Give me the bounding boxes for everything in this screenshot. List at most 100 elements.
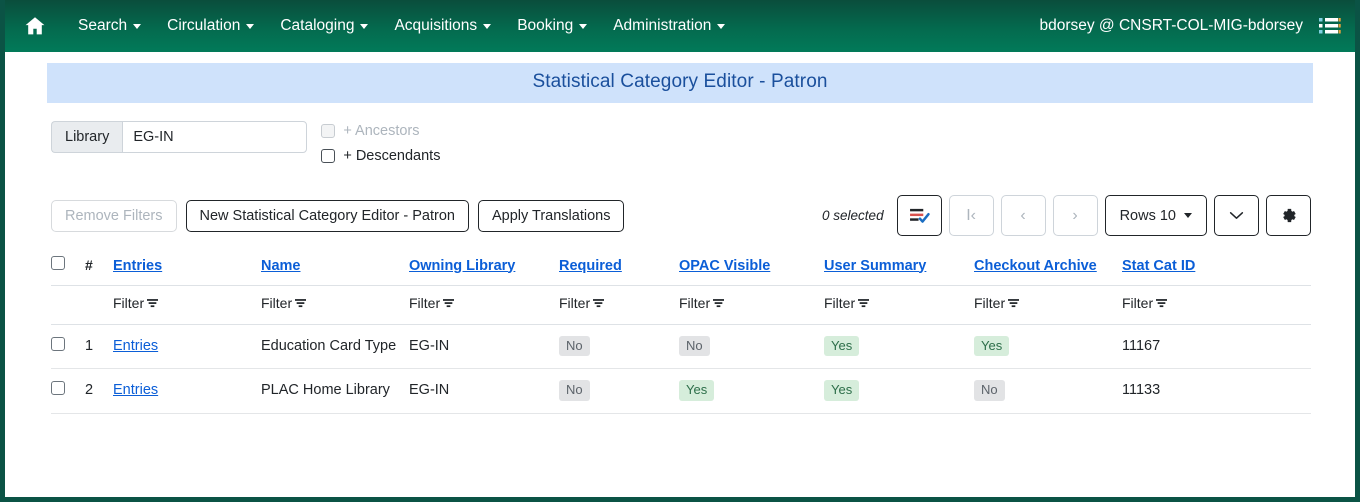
funnel-icon [1156,298,1168,307]
chevron-left-icon: ‹ [1020,206,1026,224]
list-check-icon [909,208,930,223]
filter-label: Filter [409,295,441,311]
column-header-label: OPAC Visible [679,257,771,274]
rows-per-page-label: Rows 10 [1119,207,1176,224]
nav-item-administration[interactable]: Administration [600,11,738,41]
filter-owning-library[interactable]: Filter [409,285,559,325]
row-select-cell [51,368,85,414]
chevron-down-icon [360,23,369,29]
nav-menu: Search Circulation Cataloging Acquisitio… [65,11,738,41]
column-header-label: Name [261,257,301,274]
remove-filters-button[interactable]: Remove Filters [51,199,177,232]
descendants-checkbox-row[interactable]: + Descendants [321,148,440,164]
filter-label: Filter [974,295,1006,311]
column-header-label: Stat Cat ID [1122,257,1196,274]
column-header-opac-visible[interactable]: OPAC Visible [679,250,824,286]
apply-translations-button[interactable]: Apply Translations [477,199,625,232]
ancestors-checkbox-row: + Ancestors [321,123,440,139]
filter-label: Filter [679,295,711,311]
filter-label: Filter [559,295,591,311]
library-input-group: Library [51,121,308,153]
page-title-container: Statistical Category Editor - Patron [5,52,1355,103]
ancestors-checkbox [321,124,336,138]
row-number-header-label: # [85,256,93,273]
list-menu-icon[interactable] [1319,17,1341,35]
checkout-archive-badge: Yes [974,336,1010,357]
entries-link[interactable]: Entries [113,338,158,354]
nav-item-circulation[interactable]: Circulation [154,11,267,41]
column-header-name[interactable]: Name [261,250,409,286]
filter-label: Filter [824,295,856,311]
funnel-icon [295,298,307,307]
rows-per-page-dropdown[interactable]: Rows 10 [1104,195,1207,236]
filter-label: Filter [261,295,293,311]
nav-item-label: Administration [613,17,712,34]
nav-item-booking[interactable]: Booking [504,11,600,41]
row-name: Education Card Type [261,324,409,370]
nav-item-search[interactable]: Search [65,11,154,41]
funnel-icon [858,298,870,307]
opac-visible-badge: Yes [679,380,715,401]
column-header-owning-library[interactable]: Owning Library [409,250,559,286]
select-all-header [51,250,85,286]
chevron-down-icon [1184,213,1192,218]
library-label: Library [51,121,123,153]
descendants-label: + Descendants [343,148,441,164]
filter-stat-cat-id[interactable]: Filter [1122,285,1311,325]
first-page-button[interactable]: I‹ [948,195,994,236]
funnel-icon [443,298,455,307]
funnel-icon [713,298,725,307]
column-header-required[interactable]: Required [559,250,679,286]
pagination-controls: I‹ ‹ › Rows 10 [896,195,1311,236]
filter-cell-empty [51,285,85,325]
column-header-user-summary[interactable]: User Summary [824,250,974,286]
next-page-button[interactable]: › [1052,195,1098,236]
nav-item-acquisitions[interactable]: Acquisitions [381,11,504,41]
select-all-checkbox[interactable] [51,256,65,270]
column-header-label: Checkout Archive [974,257,1097,274]
user-summary-badge: Yes [824,380,860,401]
ancestors-label: + Ancestors [343,123,420,139]
library-input[interactable] [122,121,308,153]
results-table-container: # Entries Name Owning Library Required O… [5,236,1355,414]
column-settings-button[interactable] [1266,195,1311,236]
row-user-summary-cell: Yes [824,324,974,370]
filter-opac-visible[interactable]: Filter [679,285,824,325]
column-header-stat-cat-id[interactable]: Stat Cat ID [1122,250,1311,286]
home-icon[interactable] [23,14,47,38]
prev-page-button[interactable]: ‹ [1000,195,1046,236]
required-badge: No [559,336,590,357]
column-header-entries[interactable]: Entries [113,250,261,286]
column-header-label: Owning Library [409,257,516,274]
row-entries-cell: Entries [113,368,261,414]
nav-item-label: Search [78,17,128,34]
nav-item-cataloging[interactable]: Cataloging [267,11,381,41]
row-name: PLAC Home Library [261,368,409,414]
filter-user-summary[interactable]: Filter [824,285,974,325]
row-checkbox[interactable] [51,381,65,396]
filter-cell-empty [85,285,113,325]
filter-required[interactable]: Filter [559,285,679,325]
column-header-label: Required [559,257,622,274]
row-stat-cat-id: 11167 [1122,324,1311,370]
entries-link[interactable]: Entries [113,382,158,398]
descendants-checkbox[interactable] [321,149,336,163]
column-header-checkout-archive[interactable]: Checkout Archive [974,250,1122,286]
filter-label: Filter [113,295,145,311]
chevron-down-icon [246,23,255,29]
chevron-down-icon [717,23,726,29]
table-row[interactable]: 2 Entries PLAC Home Library EG-IN No Yes… [51,368,1311,414]
filter-entries[interactable]: Filter [113,285,261,325]
row-number-header: # [85,250,113,286]
filter-name[interactable]: Filter [261,285,409,325]
top-navbar: Search Circulation Cataloging Acquisitio… [5,0,1355,52]
table-row[interactable]: 1 Entries Education Card Type EG-IN No N… [51,324,1311,370]
chevron-down-icon [579,23,588,29]
funnel-icon [1008,298,1020,307]
chevron-down-icon [1229,212,1244,219]
new-record-button[interactable]: New Statistical Category Editor - Patron [185,199,469,232]
expand-options-button[interactable] [1214,195,1259,236]
select-actions-button[interactable] [896,195,942,236]
row-checkbox[interactable] [51,337,65,352]
filter-checkout-archive[interactable]: Filter [974,285,1122,325]
